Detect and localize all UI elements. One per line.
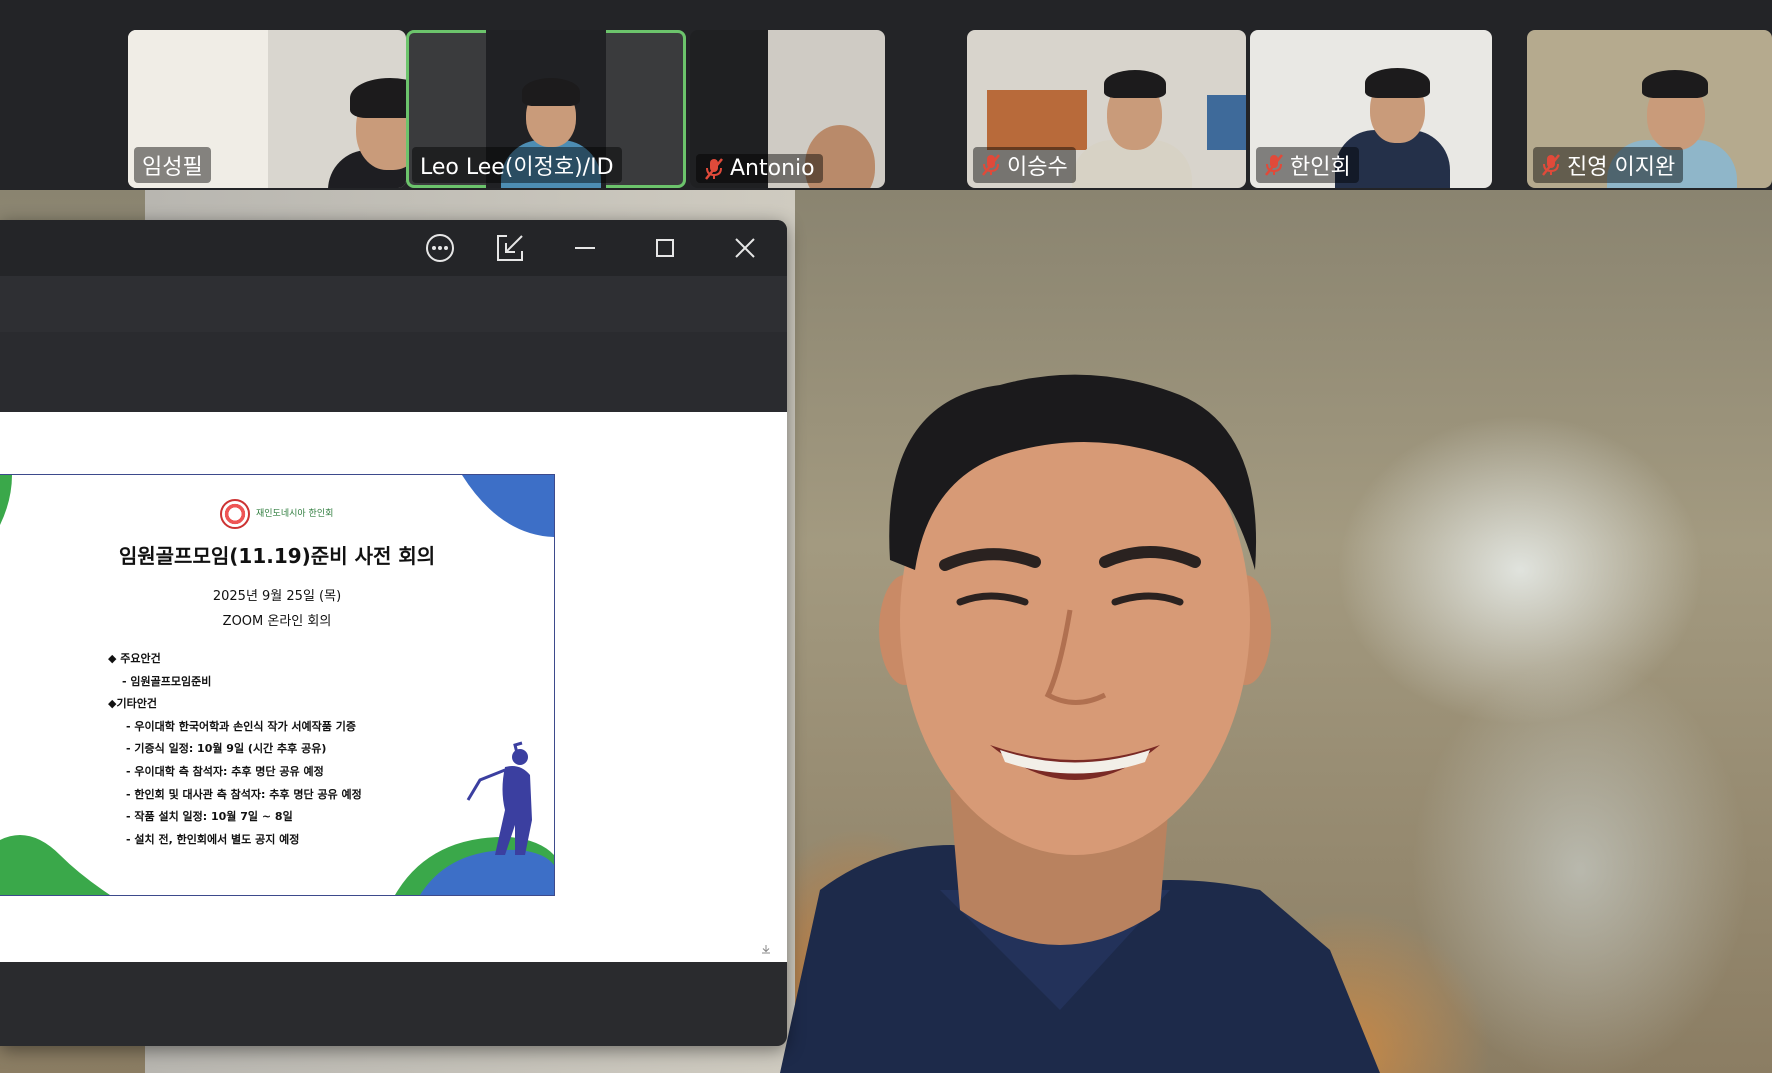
mic-muted-icon [1265,154,1283,176]
agenda-main-item: - 임원골프모임준비 [122,674,212,688]
participant-tile[interactable]: 진영 이지완 [1527,30,1772,188]
download-icon[interactable] [761,944,771,954]
agenda-item: - 한인회 및 대사관 측 참석자: 추후 명단 공유 예정 [126,787,362,801]
pop-in-icon [497,235,523,261]
logo-text: 재인도네시아 한인회 [256,508,334,519]
close-icon [735,238,755,258]
agenda-list: ◆ 주요안건 - 임원골프모임준비 ◆기타안건 - 우이대학 한국어학과 손인식… [108,648,362,851]
participant-name: Leo Lee(이정호)/ID [412,147,622,183]
screen-share-window: 재인도네시아 한인회 임원골프모임(11.19)준비 사전 회의 2025년 9… [0,220,787,1046]
minimize-icon [575,247,595,249]
pop-in-button[interactable] [490,230,530,266]
participant-tile[interactable]: 이승수 [967,30,1246,188]
agenda-item: - 우이대학 측 참석자: 추후 명단 공유 예정 [126,764,324,778]
participant-name: 이승수 [973,147,1076,183]
slide-logo: 재인도네시아 한인회 [220,499,333,529]
participant-name: Antonio [696,154,823,183]
participant-tile-active[interactable]: Leo Lee(이정호)/ID [406,30,686,188]
agenda-main-heading: ◆ 주요안건 [108,652,161,665]
maximize-button[interactable] [645,230,685,266]
minimize-button[interactable] [565,230,605,266]
mic-muted-icon [705,157,723,180]
mic-muted-icon [1542,154,1560,176]
participant-name: 한인회 [1256,147,1359,183]
slide-date: 2025년 9월 25일 (목) [212,589,342,604]
window-toolbar [0,276,787,333]
participant-tile[interactable]: 한인회 [1250,30,1492,188]
slide-venue: ZOOM 온라인 회의 [222,614,332,629]
slide-title: 임원골프모임(11.19)준비 사전 회의 [118,544,436,568]
agenda-item: - 설치 전, 한인회에서 별도 공지 예정 [126,832,300,846]
presentation-slide: 재인도네시아 한인회 임원골프모임(11.19)준비 사전 회의 2025년 9… [0,474,555,896]
participant-tile[interactable]: 임성필 [128,30,406,188]
close-button[interactable] [725,230,765,266]
mic-muted-icon [982,154,1000,176]
agenda-item: - 우이대학 한국어학과 손인식 작가 서예작품 기증 [126,719,356,733]
participant-tile[interactable]: Antonio [690,30,885,188]
participant-strip: 임성필 Leo Lee(이정호)/ID Antonio 이승수 한인회 진영 이… [0,0,1772,190]
golfer-icon [466,741,532,855]
more-options-icon [426,234,454,262]
agenda-item: - 작품 설치 일정: 10월 7일 ~ 8일 [126,810,293,824]
more-options-button[interactable] [420,230,460,266]
maximize-icon [656,239,674,257]
participant-name: 임성필 [134,147,211,183]
association-seal-icon [220,499,250,529]
agenda-other-heading: ◆기타안건 [108,697,157,711]
window-titlebar [0,220,787,276]
agenda-item: - 기증식 일정: 10월 9일 (시간 추후 공유) [126,742,327,756]
presentation-area: 재인도네시아 한인회 임원골프모임(11.19)준비 사전 회의 2025년 9… [0,412,787,962]
participant-name: 진영 이지완 [1533,147,1684,183]
